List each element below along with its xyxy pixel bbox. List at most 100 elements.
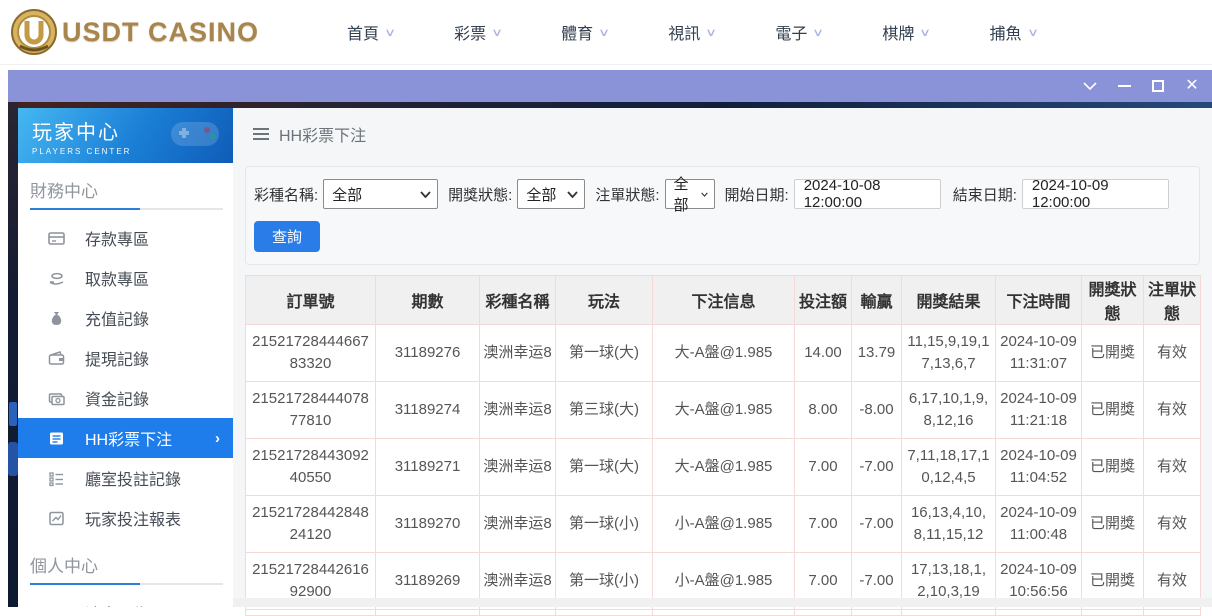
bets-table-container: 訂單號 期數 彩種名稱 玩法 下注信息 投注額 輸贏 開獎結果 下注時間 開獎狀…: [245, 275, 1200, 616]
selected-value: 全部: [526, 184, 556, 205]
start-date-input[interactable]: 2024-10-08 12:00:00: [794, 179, 941, 209]
col-bet-info: 下注信息: [653, 276, 795, 325]
cell-draw-result: 11,15,9,19,17,13,6,7: [902, 325, 996, 382]
selected-value: 全部: [332, 184, 362, 205]
col-order-status: 注單狀態: [1144, 276, 1201, 325]
nav-label: 首頁: [347, 20, 379, 44]
logo-coin-icon: [10, 8, 58, 56]
nav-item-live[interactable]: 視訊 ∨: [638, 0, 745, 64]
cell-bet-info: 大-A盤@1.985: [653, 439, 795, 496]
nav-item-cards[interactable]: 棋牌 ∨: [852, 0, 959, 64]
table-header-row: 訂單號 期數 彩種名稱 玩法 下注信息 投注額 輸贏 開獎結果 下注時間 開獎狀…: [246, 276, 1201, 325]
deposit-icon: [48, 230, 65, 247]
cell-lottery-name: 澳洲幸运8: [480, 325, 556, 382]
cell-bet-time: 2024-10-09 11:21:18: [996, 382, 1082, 439]
bets-table: 訂單號 期數 彩種名稱 玩法 下注信息 投注額 輸贏 開獎結果 下注時間 開獎狀…: [245, 275, 1201, 616]
wallet-icon: [48, 350, 65, 367]
sidebar-item-funds-record[interactable]: 資金記錄: [18, 378, 233, 418]
cell-win-loss: -8.00: [852, 382, 902, 439]
gamepad-icon: [163, 112, 227, 156]
window-minimize-icon[interactable]: [1110, 70, 1138, 102]
hamburger-icon[interactable]: [253, 125, 269, 143]
table-row: 2152172844284824120 31189270 澳洲幸运8 第一球(小…: [246, 496, 1201, 553]
nav-item-slots[interactable]: 電子 ∨: [745, 0, 852, 64]
dropdown-chevron-icon: [701, 191, 708, 198]
top-navigation-bar: USDT CASINO 首頁 ∨ 彩票 ∨ 體育 ∨ 視訊 ∨ 電子 ∨ 棋牌 …: [0, 0, 1212, 65]
chevron-right-icon: ›: [215, 430, 220, 447]
sidebar-item-messages[interactable]: 消息公告: [18, 593, 233, 607]
page-title: HH彩票下注: [279, 122, 366, 146]
col-draw-result: 開獎結果: [902, 276, 996, 325]
sidebar-personal-items: 消息公告: [18, 593, 233, 607]
selected-value: 全部: [674, 173, 693, 215]
background-art: [9, 402, 17, 426]
cell-bet-info: 大-A盤@1.985: [653, 382, 795, 439]
cell-order-id: 2152172844284824120: [246, 496, 376, 553]
cell-draw-status: 已開獎: [1082, 382, 1144, 439]
nav-label: 體育: [561, 20, 593, 44]
cell-win-loss: 13.79: [852, 325, 902, 382]
cell-play-type: 第一球(大): [556, 325, 653, 382]
site-logo[interactable]: USDT CASINO: [10, 8, 259, 56]
window-maximize-icon[interactable]: [1144, 70, 1172, 102]
sidebar-finance-items: 存款專區 取款專區 充值記錄: [18, 218, 233, 538]
order-status-select[interactable]: 全部: [665, 179, 715, 209]
end-date-input[interactable]: 2024-10-09 12:00:00: [1022, 179, 1169, 209]
chevron-down-icon: ∨: [384, 26, 396, 39]
cell-order-id: 2152172844407877810: [246, 382, 376, 439]
table-row: 2152172844466783320 31189276 澳洲幸运8 第一球(大…: [246, 325, 1201, 382]
window-collapse-icon[interactable]: [1076, 70, 1104, 102]
cell-period: 31189276: [376, 325, 480, 382]
cell-draw-result: 16,13,4,10,8,11,15,12: [902, 496, 996, 553]
window-close-icon[interactable]: ✕: [1178, 70, 1206, 102]
cell-period: 31189270: [376, 496, 480, 553]
cell-order-id: 2152172844309240550: [246, 439, 376, 496]
search-button[interactable]: 查詢: [254, 221, 320, 252]
cell-play-type: 第一球(大): [556, 439, 653, 496]
dropdown-chevron-icon: [420, 191, 431, 198]
sidebar-item-hall-bet-record[interactable]: 廳室投註記錄: [18, 458, 233, 498]
logo-text: USDT CASINO: [62, 17, 259, 48]
nav-item-lottery[interactable]: 彩票 ∨: [424, 0, 531, 64]
cell-order-status: 有效: [1144, 382, 1201, 439]
chevron-down-icon: ∨: [919, 26, 931, 39]
lottery-name-select[interactable]: 全部: [323, 179, 438, 209]
cell-period: 31189274: [376, 382, 480, 439]
sidebar-section-personal: 個人中心: [30, 552, 223, 585]
sidebar-item-recharge-record[interactable]: 充值記錄: [18, 298, 233, 338]
cell-draw-result: 6,17,10,1,9,8,12,16: [902, 382, 996, 439]
chevron-down-icon: ∨: [705, 26, 717, 39]
cell-bet-time: 2024-10-09 11:00:48: [996, 496, 1082, 553]
nav-label: 捕魚: [989, 20, 1021, 44]
cell-bet-amount: 8.00: [795, 382, 852, 439]
section-label: 個人中心: [30, 557, 98, 576]
sidebar-item-label: 消息公告: [85, 601, 149, 607]
cell-lottery-name: 澳洲幸运8: [480, 439, 556, 496]
start-date-label: 開始日期:: [725, 184, 789, 205]
draw-status-select[interactable]: 全部: [517, 179, 585, 209]
sidebar-item-label: 提現記錄: [85, 346, 149, 370]
nav-item-home[interactable]: 首頁 ∨: [317, 0, 424, 64]
cell-play-type: 第三球(大): [556, 382, 653, 439]
sidebar-item-hh-lottery-bets[interactable]: HH彩票下注 ›: [18, 418, 233, 458]
main-content: HH彩票下注 彩種名稱: 全部 開獎狀態: 全部 注單狀態:: [233, 108, 1212, 607]
cell-bet-info: 小-A盤@1.985: [653, 496, 795, 553]
cell-draw-status: 已開獎: [1082, 439, 1144, 496]
filter-panel: 彩種名稱: 全部 開獎狀態: 全部 注單狀態: 全部 開始: [245, 166, 1200, 265]
nav-label: 視訊: [668, 20, 700, 44]
cell-period: 31189271: [376, 439, 480, 496]
section-label: 財務中心: [30, 182, 98, 201]
col-win-loss: 輸贏: [852, 276, 902, 325]
nav-item-sports[interactable]: 體育 ∨: [531, 0, 638, 64]
cell-bet-info: 大-A盤@1.985: [653, 325, 795, 382]
sidebar-item-deposit-zone[interactable]: 存款專區: [18, 218, 233, 258]
horizontal-scrollbar[interactable]: [233, 598, 1212, 607]
nav-item-fishing[interactable]: 捕魚 ∨: [959, 0, 1066, 64]
draw-status-label: 開獎狀態:: [448, 184, 512, 205]
sidebar-item-player-bet-report[interactable]: 玩家投注報表: [18, 498, 233, 538]
sidebar-item-withdraw-zone[interactable]: 取款專區: [18, 258, 233, 298]
cell-order-status: 有效: [1144, 439, 1201, 496]
sidebar-item-label: 廳室投註記錄: [85, 466, 181, 490]
main-nav: 首頁 ∨ 彩票 ∨ 體育 ∨ 視訊 ∨ 電子 ∨ 棋牌 ∨ 捕魚 ∨: [317, 0, 1067, 64]
sidebar-item-withdrawal-record[interactable]: 提現記錄: [18, 338, 233, 378]
